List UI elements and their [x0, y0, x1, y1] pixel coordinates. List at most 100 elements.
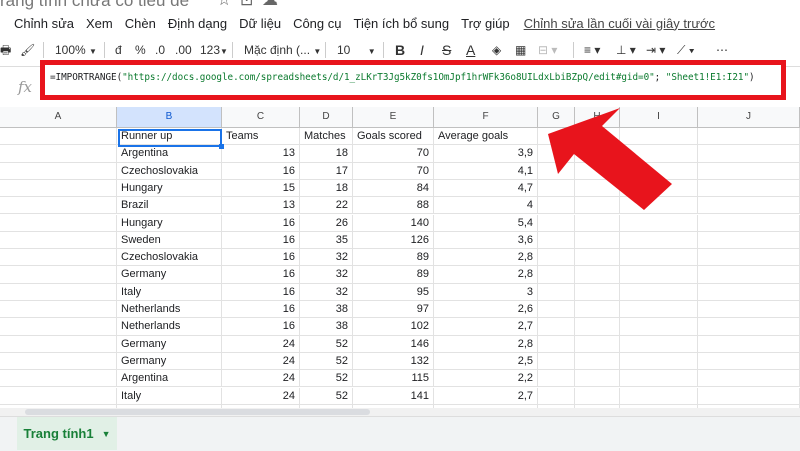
cell[interactable] [0, 387, 117, 405]
cell[interactable] [0, 318, 117, 336]
cell[interactable] [698, 352, 800, 371]
cell[interactable] [0, 214, 117, 232]
cell[interactable] [698, 145, 800, 163]
cell[interactable]: Netherlands [117, 301, 222, 319]
cell[interactable] [0, 370, 117, 388]
column-header-b[interactable]: B [117, 107, 222, 127]
bold-button[interactable]: B [395, 41, 405, 59]
chevron-down-icon[interactable]: ▼ [102, 429, 111, 439]
text-rotation-icon[interactable]: ⟋ ▾ [677, 41, 695, 59]
cell[interactable]: 3,9 [434, 145, 538, 163]
cell[interactable] [620, 214, 698, 232]
cell[interactable]: 32 [300, 249, 353, 267]
cell[interactable] [620, 231, 698, 250]
cell[interactable] [620, 335, 698, 353]
cell[interactable]: Argentina [117, 370, 222, 388]
more-options-icon[interactable]: ⋯ [716, 41, 728, 59]
cell[interactable] [620, 352, 698, 371]
cell[interactable]: 97 [353, 301, 434, 319]
cell[interactable] [538, 283, 575, 301]
cell[interactable] [538, 335, 575, 353]
cell[interactable]: 4,7 [434, 179, 538, 198]
cell[interactable] [538, 387, 575, 405]
header-cell[interactable]: Goals scored [353, 128, 434, 146]
cell[interactable]: Hungary [117, 214, 222, 232]
italic-button[interactable]: I [420, 41, 424, 59]
percent-button[interactable]: % [135, 41, 146, 59]
move-icon[interactable]: ⊡ [240, 0, 253, 10]
cell[interactable]: 5,4 [434, 214, 538, 232]
cell[interactable]: 2,8 [434, 249, 538, 267]
cell[interactable]: 70 [353, 162, 434, 180]
cell[interactable]: 2,7 [434, 318, 538, 336]
cell[interactable] [538, 318, 575, 336]
column-header-f[interactable]: F [434, 107, 538, 127]
font-select[interactable]: Mặc định (... ▼ [244, 41, 321, 59]
cell[interactable] [575, 301, 620, 319]
cell[interactable] [0, 179, 117, 198]
cell[interactable]: 70 [353, 145, 434, 163]
cell[interactable]: 2,8 [434, 335, 538, 353]
cell[interactable] [575, 231, 620, 250]
cell[interactable] [698, 387, 800, 405]
cell[interactable]: 84 [353, 179, 434, 198]
cell[interactable]: 4 [434, 197, 538, 215]
cell[interactable] [620, 249, 698, 267]
menu-tools[interactable]: Công cụ [293, 16, 341, 31]
cell[interactable] [575, 283, 620, 301]
cell[interactable] [698, 128, 800, 146]
cell[interactable] [620, 301, 698, 319]
cell[interactable]: 24 [222, 352, 300, 371]
cell[interactable]: 18 [300, 145, 353, 163]
cell[interactable]: 52 [300, 352, 353, 371]
cell[interactable] [698, 197, 800, 215]
cell[interactable]: 13 [222, 145, 300, 163]
cell[interactable]: Czechoslovakia [117, 249, 222, 267]
cell[interactable] [698, 283, 800, 301]
cell[interactable] [0, 352, 117, 371]
cell[interactable] [575, 249, 620, 267]
cell[interactable]: 3,6 [434, 231, 538, 250]
cell[interactable]: 89 [353, 266, 434, 284]
cell[interactable]: 38 [300, 318, 353, 336]
cell[interactable]: 2,8 [434, 266, 538, 284]
column-header-e[interactable]: E [353, 107, 434, 127]
cell[interactable] [538, 214, 575, 232]
cell[interactable] [698, 318, 800, 336]
cell[interactable]: 15 [222, 179, 300, 198]
cell[interactable] [0, 249, 117, 267]
cell[interactable] [538, 352, 575, 371]
cell[interactable]: 115 [353, 370, 434, 388]
cell[interactable] [575, 214, 620, 232]
cell[interactable] [698, 370, 800, 388]
cell[interactable] [538, 249, 575, 267]
cell[interactable] [575, 387, 620, 405]
paint-format-icon[interactable]: 🖌 [20, 41, 35, 59]
cell[interactable] [575, 266, 620, 284]
cell[interactable]: 2,6 [434, 301, 538, 319]
menu-addons[interactable]: Tiện ích bổ sung [353, 16, 449, 31]
text-color-button[interactable]: A [466, 41, 475, 59]
cell[interactable]: 17 [300, 162, 353, 180]
cell[interactable]: 52 [300, 335, 353, 353]
cell[interactable] [0, 197, 117, 215]
cell[interactable]: Italy [117, 387, 222, 405]
cell[interactable]: 22 [300, 197, 353, 215]
cell[interactable]: 2,2 [434, 370, 538, 388]
cell[interactable]: 126 [353, 231, 434, 250]
cell[interactable]: 16 [222, 283, 300, 301]
cell[interactable]: Sweden [117, 231, 222, 250]
menu-view[interactable]: Xem [86, 16, 113, 31]
print-icon[interactable]: 🖶 [0, 41, 11, 59]
cell[interactable] [0, 301, 117, 319]
cell[interactable]: 146 [353, 335, 434, 353]
cell[interactable]: 52 [300, 370, 353, 388]
zoom-select[interactable]: 100% ▼ [55, 41, 97, 59]
increase-decimal-button[interactable]: .00 [175, 41, 192, 59]
cell[interactable]: 52 [300, 387, 353, 405]
cell[interactable]: 2,5 [434, 352, 538, 371]
cell[interactable]: 35 [300, 231, 353, 250]
cell[interactable]: Germany [117, 266, 222, 284]
cell[interactable] [0, 162, 117, 180]
cell[interactable] [698, 231, 800, 250]
